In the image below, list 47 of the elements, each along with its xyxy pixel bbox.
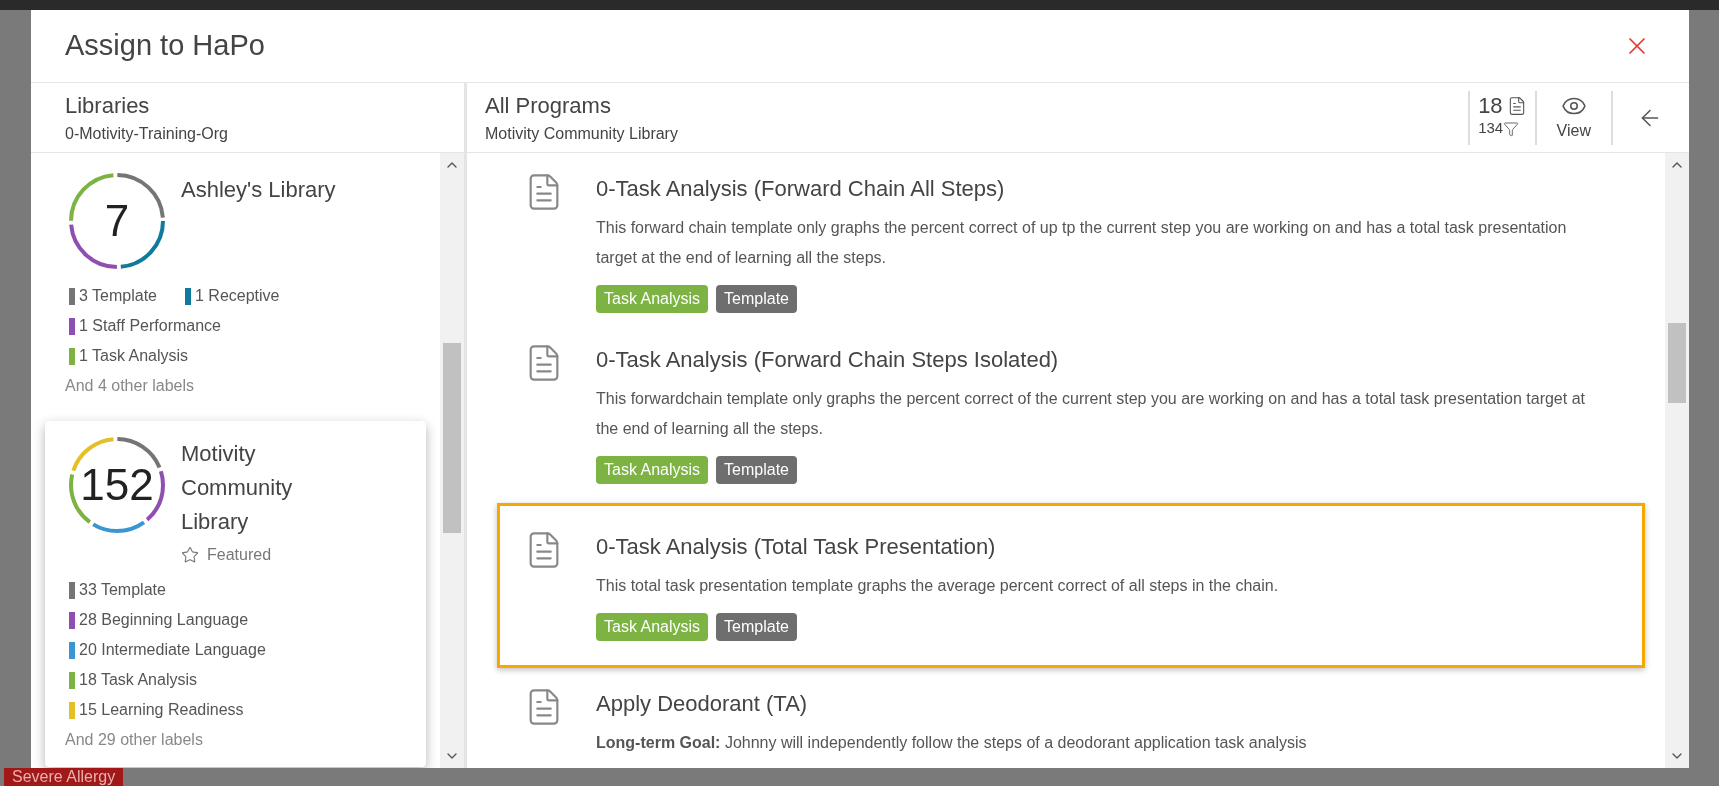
scrollbar[interactable] — [440, 153, 464, 768]
program-description: This forwardchain template only graphs the percent correct of the current step you are working on and has a total task presentation target at the end of learning all the steps. — [596, 389, 1586, 439]
tag: Task Analysis — [596, 456, 709, 484]
panel-title: All Programs — [485, 92, 612, 120]
label-count: 20 Intermediate Language — [79, 640, 266, 660]
allergy-badge: Severe Allergy — [4, 768, 124, 786]
tag: Task Analysis — [596, 285, 709, 313]
scrollbar-thumb[interactable] — [1668, 323, 1686, 403]
program-count: 18 — [1478, 95, 1503, 118]
label-count: 28 Beginning Language — [79, 610, 249, 630]
label-count: 1 Staff Performance — [79, 316, 221, 336]
program-description: This total task presentation template graphs the average percent correct of all steps in the chain. — [596, 576, 1279, 596]
scrollbar[interactable] — [1665, 153, 1689, 768]
tag: Template — [716, 613, 797, 641]
program-description: This forward chain template only graphs the percent correct of up tp the current step you are working on and has a total task presentation target at the end of learning all the steps. — [596, 218, 1568, 268]
library-name: Ashley's Library — [181, 176, 336, 204]
view-button[interactable]: View — [1534, 90, 1611, 145]
label-count: 18 Task Analysis — [79, 670, 197, 690]
panel-subtitle: Motivity Community Library — [485, 124, 679, 144]
tag: Task Analysis — [596, 613, 709, 641]
label-count: 15 Learning Readiness — [79, 700, 244, 720]
program-title: 0-Task Analysis (Forward Chain Steps Isolated) — [596, 346, 1060, 374]
label-count: 1 Task Analysis — [79, 346, 189, 366]
more-labels: And 29 other labels — [65, 730, 204, 750]
program-item[interactable]: Apply Deodorant (TA) Long-term Goal: Johnny will independently follow the steps of a deodorant application task analysis — [497, 672, 1645, 768]
library-name: Motivity Community Library — [181, 440, 294, 536]
filter-icon — [1503, 120, 1520, 137]
program-title: 0-Task Analysis (Forward Chain All Steps) — [596, 175, 1006, 203]
panel-title: Libraries — [65, 92, 151, 120]
label-count: 33 Template — [79, 580, 166, 600]
label-count: 3 Template — [79, 286, 157, 306]
tag: Template — [716, 285, 797, 313]
featured-label: Featured — [207, 545, 272, 565]
program-description: Long-term Goal: Johnny will independently follow the steps of a deodorant application task analysis — [596, 733, 1307, 753]
program-title: 0-Task Analysis (Total Task Presentation) — [596, 533, 997, 561]
scrollbar-thumb[interactable] — [443, 343, 461, 533]
panel-subtitle: 0-Motivity-Training-Org — [65, 124, 229, 144]
program-title: Apply Deodorant (TA) — [596, 690, 809, 718]
tag: Template — [716, 456, 797, 484]
program-count: 152 — [80, 463, 154, 507]
filter-count: 134 — [1478, 118, 1504, 139]
program-item[interactable]: 0-Task Analysis (Total Task Presentation) This total task presentation template graphs the average percent correct of all steps in the chain. Task Analysis Template — [497, 503, 1645, 668]
dialog-title: Assign to HaPo — [65, 28, 265, 64]
program-count: 7 — [104, 199, 130, 243]
library-card[interactable]: 152 Motivity Community Library Featured 33 Template 28 Beginning Language 20 Intermediate Language 18 Task Analysis 15 Learning Readiness And 29 other labels — [45, 421, 426, 767]
more-labels: And 4 other labels — [65, 376, 195, 396]
label-count: 1 Receptive — [195, 286, 280, 306]
